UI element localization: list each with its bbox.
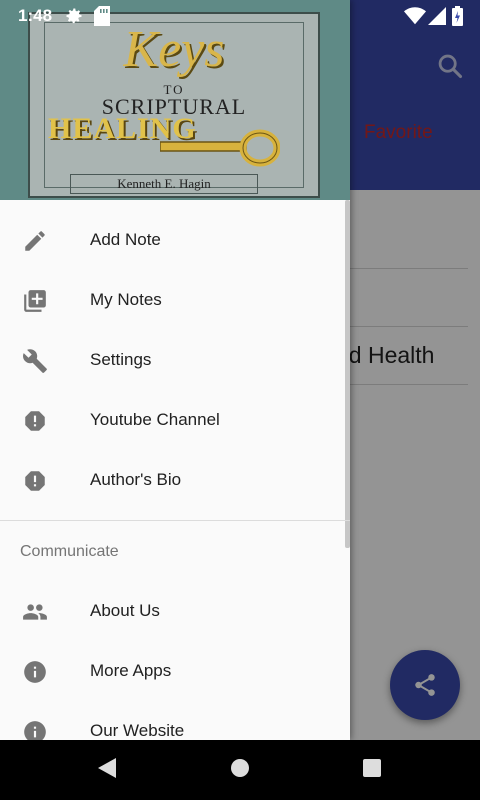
signal-icon — [428, 7, 446, 25]
status-bar: 1:48 — [0, 0, 480, 32]
book-cover-image: Keys TO SCRIPTURAL HEALING Kenneth E. Ha… — [28, 12, 320, 198]
wifi-icon — [404, 7, 426, 25]
drawer-item-youtube-channel[interactable]: Youtube Channel — [0, 390, 350, 450]
drawer-item-our-website[interactable]: Our Website — [0, 701, 350, 740]
pencil-icon — [25, 231, 45, 251]
system-navigation-bar — [0, 740, 480, 800]
section-title-communicate: Communicate — [20, 543, 119, 560]
home-icon[interactable] — [229, 756, 251, 780]
group-icon — [23, 604, 47, 620]
library-add-icon — [24, 290, 46, 312]
drawer-item-add-note[interactable]: Add Note — [0, 210, 350, 270]
book-author: Kenneth E. Hagin — [70, 174, 258, 194]
wrench-icon — [23, 349, 47, 373]
battery-icon — [452, 6, 463, 26]
alert-octagon-icon — [25, 471, 45, 491]
info-icon — [24, 721, 46, 740]
alert-octagon-icon — [25, 411, 45, 431]
key-icon — [160, 129, 280, 167]
gear-icon — [66, 8, 82, 24]
sd-card-icon — [94, 6, 110, 26]
drawer-item-more-apps[interactable]: More Apps — [0, 641, 350, 701]
recents-icon[interactable] — [361, 756, 383, 780]
drawer-item-authors-bio[interactable]: Author's Bio — [0, 450, 350, 510]
navigation-drawer: Keys TO SCRIPTURAL HEALING Kenneth E. Ha… — [0, 0, 350, 740]
drawer-item-settings[interactable]: Settings — [0, 330, 350, 390]
drawer-item-my-notes[interactable]: My Notes — [0, 270, 350, 330]
drawer-divider — [0, 520, 350, 521]
drawer-item-about-us[interactable]: About Us — [0, 581, 350, 641]
info-icon — [24, 661, 46, 683]
back-icon[interactable] — [96, 756, 118, 780]
status-time: 1:48 — [18, 6, 53, 25]
